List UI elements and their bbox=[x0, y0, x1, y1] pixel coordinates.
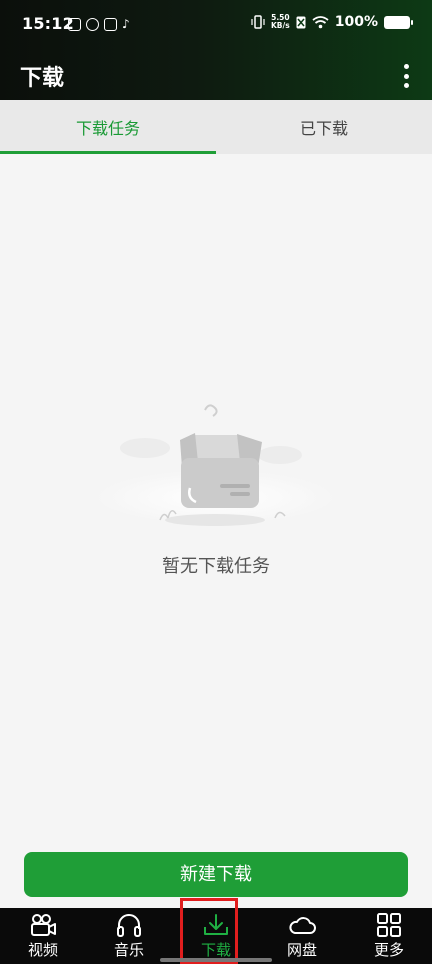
grid-icon bbox=[377, 913, 401, 937]
nav-item-more[interactable]: 更多 bbox=[346, 908, 432, 964]
battery-percent: 100% bbox=[334, 14, 378, 30]
home-indicator bbox=[160, 958, 272, 962]
download-icon bbox=[204, 914, 228, 935]
empty-state-message: 暂无下载任务 bbox=[162, 556, 270, 577]
empty-box-icon bbox=[95, 404, 335, 526]
nav-item-download[interactable]: 下载 bbox=[173, 908, 259, 964]
cloud-icon bbox=[289, 917, 316, 934]
status-right: 5.50 KB/s 100% bbox=[251, 14, 413, 30]
page-title: 下载 bbox=[20, 66, 65, 91]
nav-item-cloud[interactable]: 网盘 bbox=[259, 908, 345, 964]
tiktok-icon: ♪ bbox=[122, 17, 130, 31]
sim-off-icon bbox=[296, 16, 306, 28]
top-bar: 15:12 ♪ 5.50 KB/s 100% 下载 bbox=[0, 0, 432, 100]
nav-label-cloud: 网盘 bbox=[286, 941, 317, 959]
battery-icon bbox=[384, 15, 413, 29]
nav-label-more: 更多 bbox=[373, 941, 404, 959]
headphones-icon bbox=[117, 914, 141, 937]
net-speed: 5.50 KB/s bbox=[271, 14, 290, 30]
nav-label-music: 音乐 bbox=[113, 941, 144, 959]
nav-item-video[interactable]: 视频 bbox=[0, 908, 86, 964]
vibrate-icon bbox=[251, 15, 265, 29]
tab-bar: 下载任务 已下载 bbox=[0, 100, 432, 154]
tab-indicator bbox=[0, 151, 216, 154]
status-time: 15:12 bbox=[22, 14, 74, 33]
wifi-icon bbox=[312, 15, 329, 28]
more-vertical-icon[interactable] bbox=[396, 64, 416, 88]
nav-label-video: 视频 bbox=[27, 941, 58, 959]
notification-app-icon bbox=[86, 17, 99, 31]
tab-downloaded[interactable]: 已下载 bbox=[216, 100, 432, 154]
notification-app-icon bbox=[68, 17, 81, 31]
bottom-nav: 视频 音乐 下载 网盘 更多 bbox=[0, 908, 432, 964]
net-speed-unit: KB/s bbox=[271, 21, 290, 30]
tab-download-tasks[interactable]: 下载任务 bbox=[0, 100, 216, 154]
video-camera-icon bbox=[31, 914, 56, 936]
nav-label-download: 下载 bbox=[200, 941, 231, 959]
notification-icons: ♪ bbox=[68, 17, 130, 31]
new-download-button[interactable]: 新建下载 bbox=[24, 852, 408, 897]
status-bar: 15:12 ♪ 5.50 KB/s 100% bbox=[0, 0, 432, 50]
notification-app-icon bbox=[104, 17, 117, 31]
nav-item-music[interactable]: 音乐 bbox=[86, 908, 172, 964]
